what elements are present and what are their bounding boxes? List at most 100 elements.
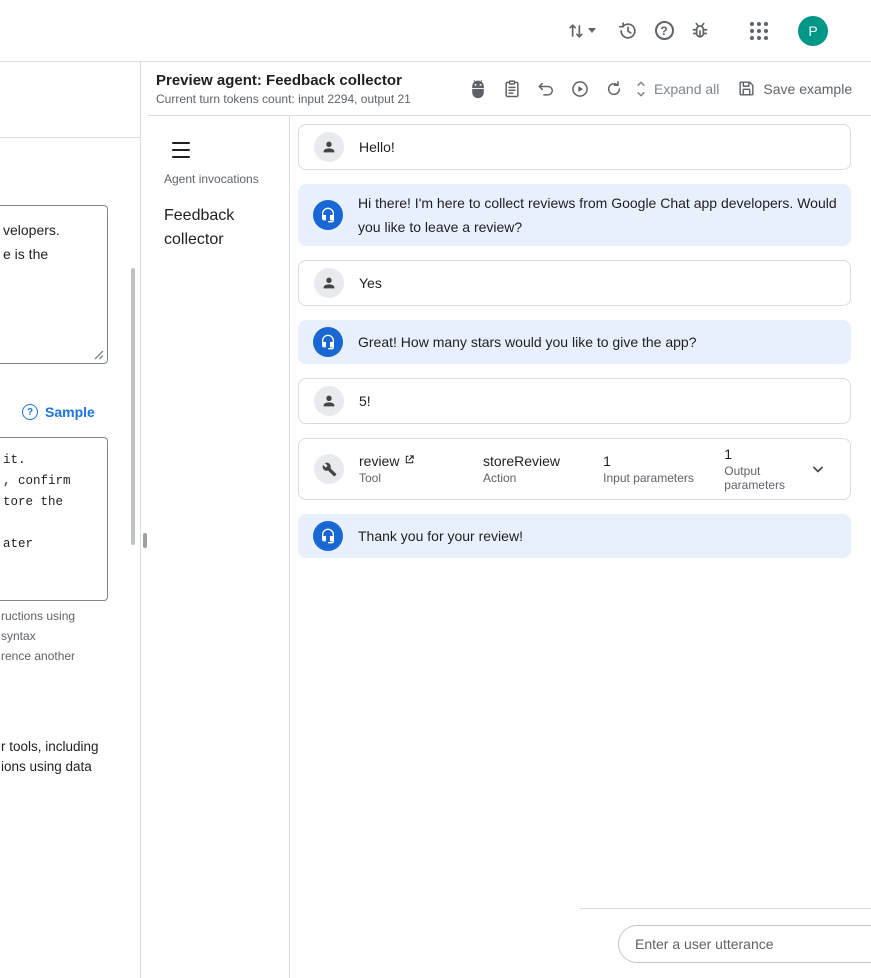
chat-input-bar [580, 908, 871, 978]
tool-action-label: Action [483, 471, 588, 485]
history-button[interactable] [610, 13, 646, 49]
save-example-button[interactable]: Save example [737, 79, 852, 98]
instructions-hint-text: ructions using syntax rence another [1, 606, 136, 666]
message-text: 5! [359, 389, 371, 413]
help-icon: ? [655, 21, 674, 40]
agent-invocations-panel: Agent invocations Feedback collector [149, 116, 290, 978]
headset-icon [313, 521, 343, 551]
play-circle-icon [570, 79, 590, 99]
agent-message: Thank you for your review! [298, 514, 851, 558]
instruction-line: ater [3, 534, 105, 555]
copy-conversation-button[interactable] [495, 72, 529, 106]
bug-report-button[interactable] [682, 13, 718, 49]
input-parameters-label: Input parameters [603, 471, 709, 485]
preview-toolbar: Expand all Save example [461, 72, 852, 106]
tool-output-column: 1 Output parameters [724, 446, 785, 492]
hint-line: syntax [1, 626, 136, 646]
clipboard-icon [502, 79, 522, 99]
topbar: ? P [0, 0, 871, 62]
person-icon [314, 386, 344, 416]
panel-resize-handle[interactable] [143, 533, 147, 548]
output-parameter-count: 1 [724, 446, 785, 462]
input-parameter-count: 1 [603, 453, 709, 469]
save-example-label: Save example [763, 81, 852, 97]
headset-icon [313, 327, 343, 357]
goal-textarea[interactable]: velopers. e is the [0, 205, 108, 364]
headset-icon [313, 200, 343, 230]
help-button[interactable]: ? [646, 13, 682, 49]
chat-panel: Hello! Hi there! I'm here to collect rev… [290, 116, 871, 978]
undo-icon [536, 79, 556, 99]
agent-message: Hi there! I'm here to collect reviews fr… [298, 184, 851, 246]
expand-all-label: Expand all [654, 81, 719, 97]
hint-line: ructions using [1, 606, 136, 626]
restart-conversation-button[interactable] [597, 72, 631, 106]
tools-description-text: r tools, including ions using data [1, 737, 136, 777]
help-outline-icon: ? [22, 404, 38, 420]
nav-item-feedback-collector[interactable]: Feedback collector [164, 204, 268, 252]
goal-text-line: e is the [3, 242, 103, 266]
instruction-line: it. [3, 450, 105, 471]
expand-all-button[interactable]: Expand all [631, 79, 719, 99]
message-text: Yes [359, 271, 382, 295]
hamburger-menu-button[interactable] [172, 142, 192, 158]
output-parameters-label: Output parameters [724, 464, 785, 492]
sample-link[interactable]: ? Sample [22, 404, 95, 420]
instruction-line [3, 513, 105, 534]
chevron-down-icon [808, 459, 828, 479]
undo-button[interactable] [529, 72, 563, 106]
external-link-icon[interactable] [404, 454, 415, 465]
message-list: Hello! Hi there! I'm here to collect rev… [298, 124, 851, 558]
user-message: Yes [298, 260, 851, 306]
tool-invocation-card[interactable]: review Tool storeReview Action 1 Input p… [298, 438, 851, 500]
token-sort-button[interactable] [566, 21, 596, 41]
agent-message: Great! How many stars would you like to … [298, 320, 851, 364]
user-message: Hello! [298, 124, 851, 170]
swap-vert-icon [566, 21, 586, 41]
message-text: Hi there! I'm here to collect reviews fr… [358, 191, 841, 239]
tool-action-column: storeReview Action [483, 453, 588, 485]
message-text: Hello! [359, 135, 395, 159]
tool-input-column: 1 Input parameters [603, 453, 709, 485]
tool-action-name: storeReview [483, 453, 588, 469]
tool-type-label: Tool [359, 471, 468, 485]
preview-title: Preview agent: Feedback collector [156, 72, 461, 89]
apps-grid-icon[interactable] [750, 22, 768, 40]
agent-invocations-label: Agent invocations [164, 172, 259, 186]
history-icon [618, 21, 638, 41]
tool-wrench-icon [314, 454, 344, 484]
instructions-textarea[interactable]: it. , confirm tore the ater [0, 437, 108, 601]
tool-name-column: review Tool [359, 453, 468, 485]
preview-title-block: Preview agent: Feedback collector Curren… [156, 72, 461, 106]
account-avatar[interactable]: P [798, 16, 828, 46]
android-icon [468, 79, 488, 99]
goal-text-line: velopers. [3, 218, 103, 242]
run-button[interactable] [563, 72, 597, 106]
instruction-line: , confirm [3, 471, 105, 492]
message-text: Thank you for your review! [358, 524, 523, 548]
paragraph-line: r tools, including [1, 737, 136, 757]
unfold-more-icon [631, 79, 651, 99]
dropdown-caret-icon [588, 28, 596, 33]
person-icon [314, 132, 344, 162]
message-text: Great! How many stars would you like to … [358, 330, 697, 354]
preview-header: Preview agent: Feedback collector Curren… [148, 62, 871, 116]
instruction-line: tore the [3, 492, 105, 513]
sample-link-label: Sample [45, 404, 95, 420]
hint-line: rence another [1, 646, 136, 666]
vertical-panel-divider [140, 62, 141, 978]
paragraph-line: ions using data [1, 757, 136, 777]
expand-tool-details-button[interactable] [800, 451, 836, 487]
resize-grip-icon[interactable] [93, 349, 104, 360]
token-count-subtitle: Current turn tokens count: input 2294, o… [156, 92, 461, 106]
utterance-input[interactable] [618, 925, 871, 963]
restart-icon [604, 79, 624, 99]
left-panel-scrollbar[interactable] [131, 268, 135, 545]
left-panel-divider [0, 137, 140, 138]
android-environment-button[interactable] [461, 72, 495, 106]
save-icon [737, 79, 756, 98]
tool-name[interactable]: review [359, 453, 399, 469]
bug-report-icon [690, 21, 710, 41]
person-icon [314, 268, 344, 298]
user-message: 5! [298, 378, 851, 424]
